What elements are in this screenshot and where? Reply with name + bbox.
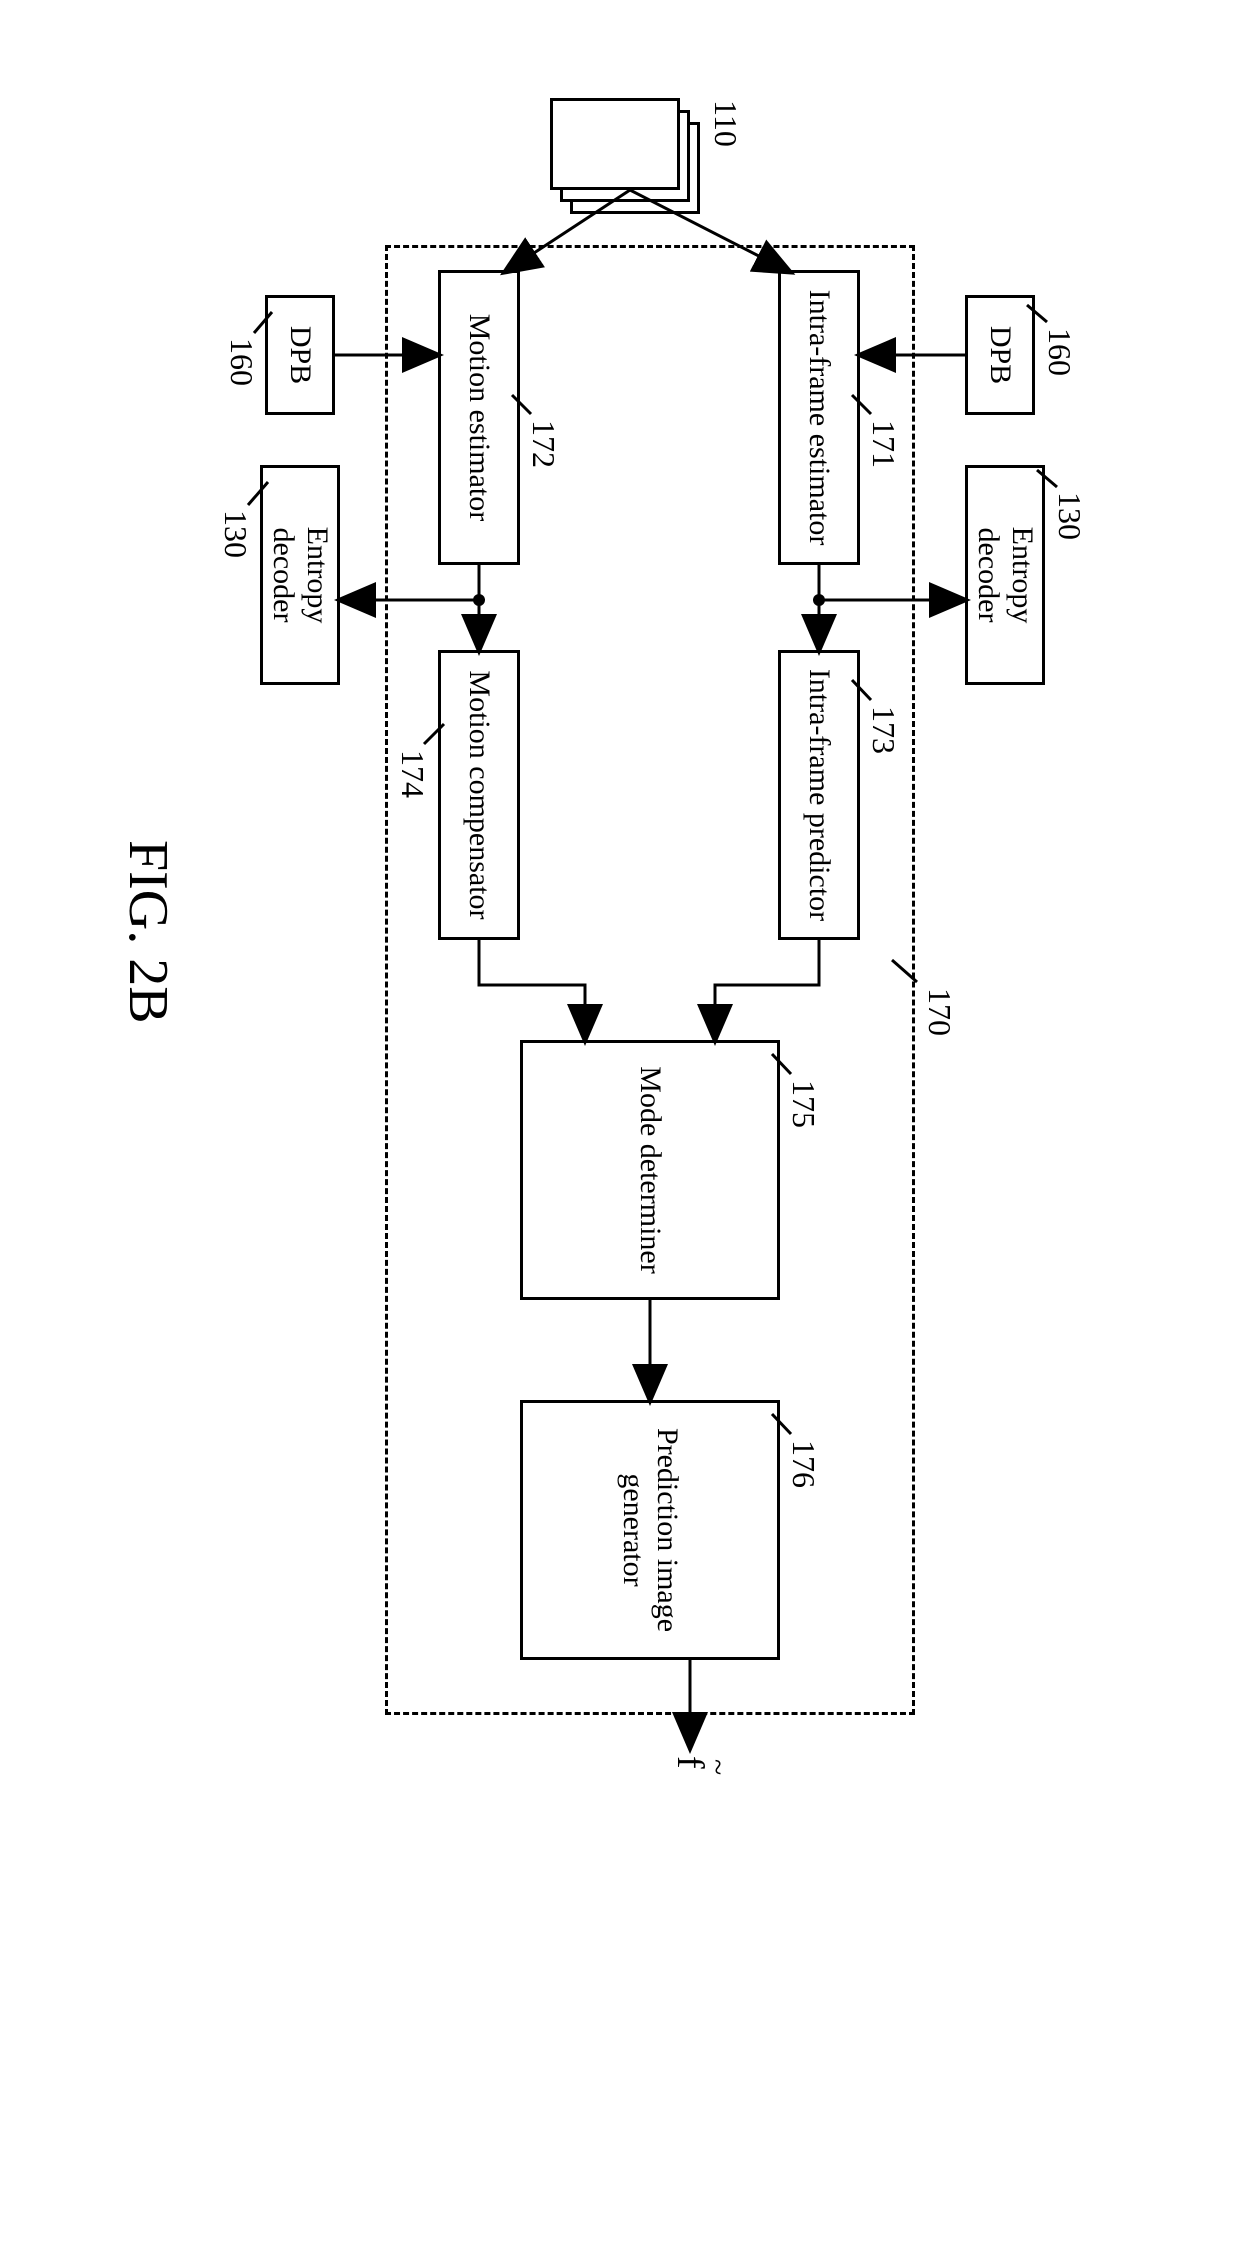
page: 170 110 DPB 160 Entropy decoder 130 DPB … xyxy=(0,0,1240,2244)
signal-wires xyxy=(90,80,1170,1780)
diagram-rotated: 170 110 DPB 160 Entropy decoder 130 DPB … xyxy=(90,80,1170,1780)
